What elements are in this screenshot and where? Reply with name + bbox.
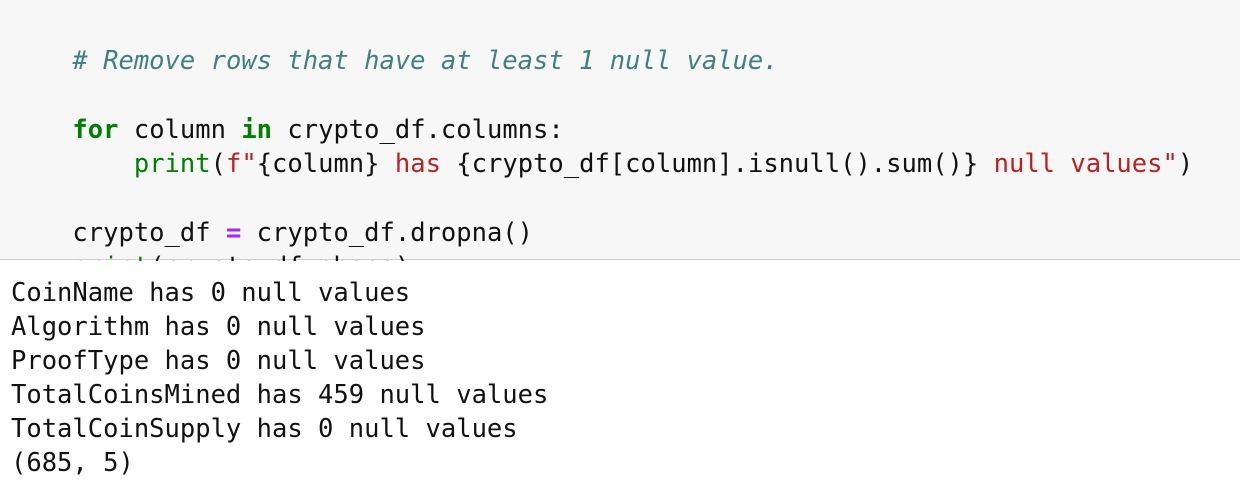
comment-text: # Remove rows that have at least 1 null … [72,46,779,76]
output-line: TotalCoinsMined has 459 null values [11,380,549,410]
close-paren: ) [1177,149,1194,179]
cell-output: CoinName has 0 null values Algorithm has… [0,261,1240,484]
fstring-expr-null-sum: {crypto_df[column].isnull().sum()} [456,149,979,179]
output-line: Algorithm has 0 null values [11,312,426,342]
builtin-print: print [133,149,211,179]
fstring-literal-tail: null values" [978,149,1178,179]
fstring-expr-column: {column} [256,149,380,179]
output-line: TotalCoinSupply has 0 null values [11,414,518,444]
fstring-literal-has: has [379,149,457,179]
output-line: (685, 5) [11,448,134,478]
code-cell-input[interactable]: # Remove rows that have at least 1 null … [0,0,1240,282]
output-line: ProofType has 0 null values [11,346,426,376]
fstring-prefix: f" [225,149,257,179]
output-line: CoinName has 0 null values [11,278,411,308]
open-paren: ( [210,149,226,179]
